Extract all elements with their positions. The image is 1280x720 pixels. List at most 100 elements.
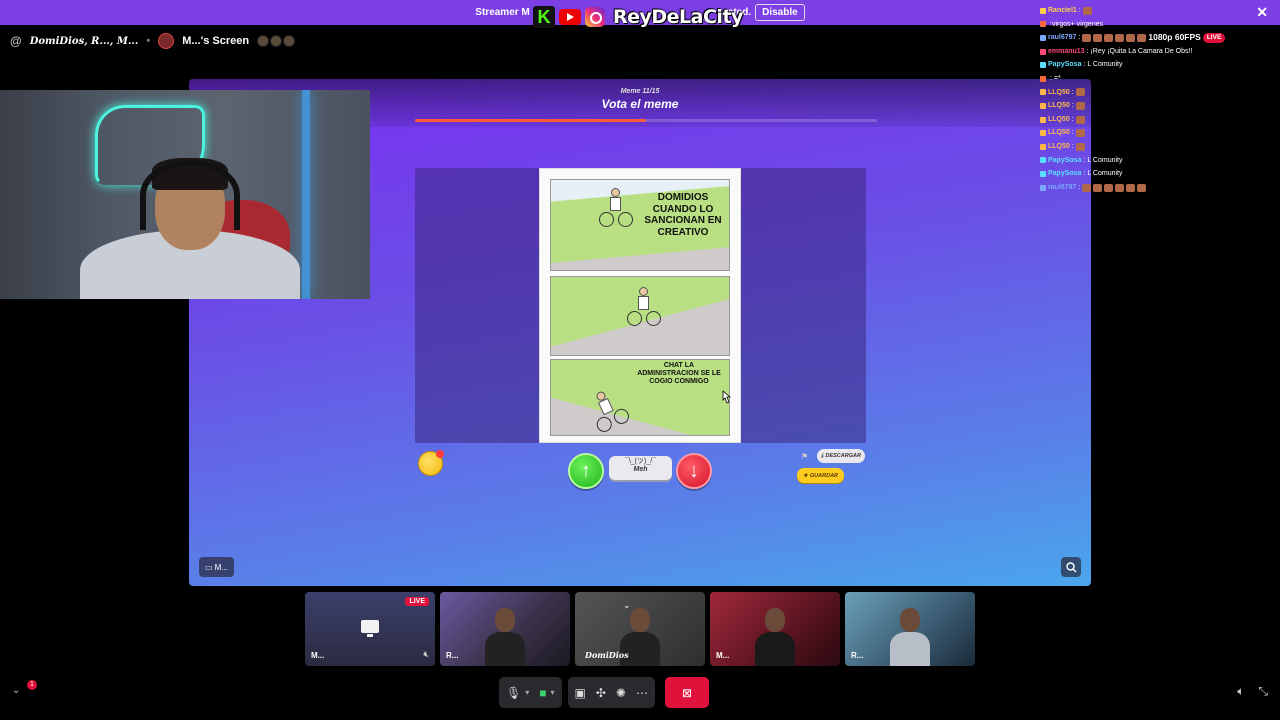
chat-username[interactable]: raul6797	[1048, 181, 1076, 195]
chat-username[interactable]: LLQ50	[1048, 126, 1070, 140]
microphone-icon[interactable]: 🎙︎	[506, 686, 521, 700]
round-progress-fill	[415, 119, 646, 122]
chat-emote-icon	[1075, 142, 1085, 151]
chat-username[interactable]: PapySosa	[1048, 58, 1081, 72]
chat-message: LLQ50:	[1040, 140, 1280, 154]
cyclist-drawing	[627, 287, 661, 327]
chevron-down-icon[interactable]: ▾	[551, 688, 555, 697]
round-progress	[415, 119, 877, 122]
screen-share-icon[interactable]: ▣	[575, 686, 586, 700]
chat-emote-icon	[1115, 183, 1125, 192]
participant-tile[interactable]: R...	[845, 592, 975, 666]
chevron-down-icon[interactable]: ⌄	[623, 600, 631, 611]
live-badge: LIVE	[405, 597, 429, 606]
video-call-app: Streamer M cted. Disable ✕ K ReyDeLaCity…	[0, 0, 1280, 720]
youtube-logo-icon	[559, 9, 581, 25]
soundboard-icon[interactable]: ✺	[616, 686, 626, 700]
stop-screen-share-button[interactable]: ⊠	[664, 677, 709, 708]
chat-emote-icon	[1093, 33, 1103, 42]
chat-emote-icon	[1104, 33, 1114, 42]
meh-face: ¯\_(ツ)_/¯	[624, 458, 657, 465]
chat-username[interactable]: LLQ50	[1048, 99, 1070, 113]
chat-emote-icon	[1137, 183, 1147, 192]
emoji-reaction-icon[interactable]	[418, 450, 444, 476]
chat-badge-icon	[1040, 7, 1046, 14]
download-icon: ⤓	[821, 452, 824, 459]
call-title[interactable]: DomiDios, R..., M...	[30, 36, 139, 47]
vote-down-button[interactable]: ↓	[676, 453, 712, 489]
chat-text: :	[1071, 115, 1074, 123]
participant-tile[interactable]: ⌄ DomiDios	[575, 592, 705, 666]
chat-username[interactable]: raul6797	[1048, 31, 1076, 45]
meme-panel-2	[550, 276, 730, 356]
chat-emote-icon	[1093, 183, 1103, 192]
exit-fullscreen-icon[interactable]: ⤡	[1258, 684, 1268, 699]
more-options-icon[interactable]: ⋯	[636, 686, 648, 700]
chat-message: : =*	[1040, 72, 1280, 86]
chat-emote-icon	[1126, 33, 1136, 42]
chat-text: :	[1078, 183, 1081, 191]
activities-icon[interactable]: ✣	[596, 686, 606, 700]
vote-up-button[interactable]: ↑	[568, 453, 604, 489]
chat-username[interactable]: emmanu13	[1048, 45, 1085, 59]
meme-panel-3: CHAT LA ADMINISTRACION SE LE COGIO CONMI…	[550, 359, 730, 436]
chat-emote-icon	[1104, 183, 1114, 192]
live-badge: LIVE	[1202, 32, 1226, 43]
chat-message: raul6797: 1080p 60FPS LIVE	[1040, 31, 1280, 45]
streamer-webcam	[0, 90, 370, 299]
chat-username[interactable]: PapySosa	[1048, 167, 1081, 181]
participant-strip: LIVE M... 🔇︎ R... ⌄ DomiDios M... R...	[305, 592, 975, 666]
chat-text: :	[1078, 34, 1081, 42]
chat-text: : L Comunity	[1083, 61, 1123, 69]
call-header: @ DomiDios, R..., M... • M...'s Screen	[10, 33, 296, 49]
chat-badge-icon	[1040, 48, 1046, 55]
avatar	[158, 33, 175, 49]
chat-emote-icon	[1075, 101, 1085, 110]
flag-icon[interactable]: ⚑	[801, 452, 808, 461]
participant-name: R...	[446, 651, 459, 660]
volume-muted-icon[interactable]: 🔈︎	[1237, 684, 1244, 699]
participant-name: M...	[311, 651, 325, 660]
chat-username[interactable]: PapySosa	[1048, 154, 1081, 168]
meme-panel-1: DOMIDIOS CUANDO LO SANCIONAN EN CREATIVO	[550, 179, 730, 271]
chat-message: PapySosa: L Comunity	[1040, 154, 1280, 168]
activity-group: ▣ ✣ ✺ ⋯	[567, 677, 655, 708]
vote-meh-button[interactable]: ¯\_(ツ)_/¯ Meh	[609, 456, 672, 480]
chat-text: : =*	[1050, 74, 1061, 82]
chat-text: :	[1071, 88, 1074, 96]
chat-badge-icon	[1040, 34, 1046, 41]
save-button[interactable]: ★ GUARDAR	[797, 468, 844, 483]
chat-username[interactable]: Ranciel1	[1048, 4, 1077, 18]
notification-badge: 1	[27, 680, 37, 690]
star-icon: ★	[802, 472, 808, 479]
chat-username[interactable]: LLQ50	[1048, 113, 1070, 127]
chevron-down-icon[interactable]: ▾	[525, 688, 529, 697]
streamer-name: ReyDeLaCity	[613, 6, 743, 28]
participant-tile[interactable]: R...	[440, 592, 570, 666]
chat-text: : ¡Rey ¡Quita La Camara De Obs!!	[1086, 47, 1193, 55]
instagram-logo-icon	[585, 7, 605, 27]
participant-name: M...	[716, 651, 730, 660]
screen-share-badge[interactable]: ▭ M...	[199, 557, 234, 577]
download-button[interactable]: ⤓ DESCARGAR	[817, 449, 865, 463]
chat-text: :	[1071, 142, 1074, 150]
chat-text: :	[1078, 7, 1081, 14]
meme-caption-bottom: CHAT LA ADMINISTRACION SE LE COGIO CONMI…	[637, 362, 721, 386]
at-icon: @	[10, 34, 22, 48]
chat-message: LLQ50:	[1040, 113, 1280, 127]
chat-emote-icon	[1075, 88, 1085, 97]
chat-badge-icon	[1040, 170, 1046, 177]
chat-emote-icon	[1082, 6, 1092, 15]
disable-button[interactable]: Disable	[755, 4, 805, 21]
chat-badge-icon	[1040, 89, 1046, 96]
participant-tile[interactable]: LIVE M... 🔇︎	[305, 592, 435, 666]
monitor-icon: ▭	[205, 562, 213, 572]
zoom-icon[interactable]	[1061, 557, 1081, 577]
camera-icon[interactable]: ■	[539, 686, 546, 700]
participant-tile[interactable]: M...	[710, 592, 840, 666]
chevron-down-icon[interactable]: ⌄	[12, 685, 20, 696]
chat-username[interactable]: LLQ50	[1048, 140, 1070, 154]
screen-share-label[interactable]: M...'s Screen	[182, 35, 249, 47]
meh-label: Meh	[633, 466, 648, 474]
chat-username[interactable]: LLQ50	[1048, 86, 1070, 100]
